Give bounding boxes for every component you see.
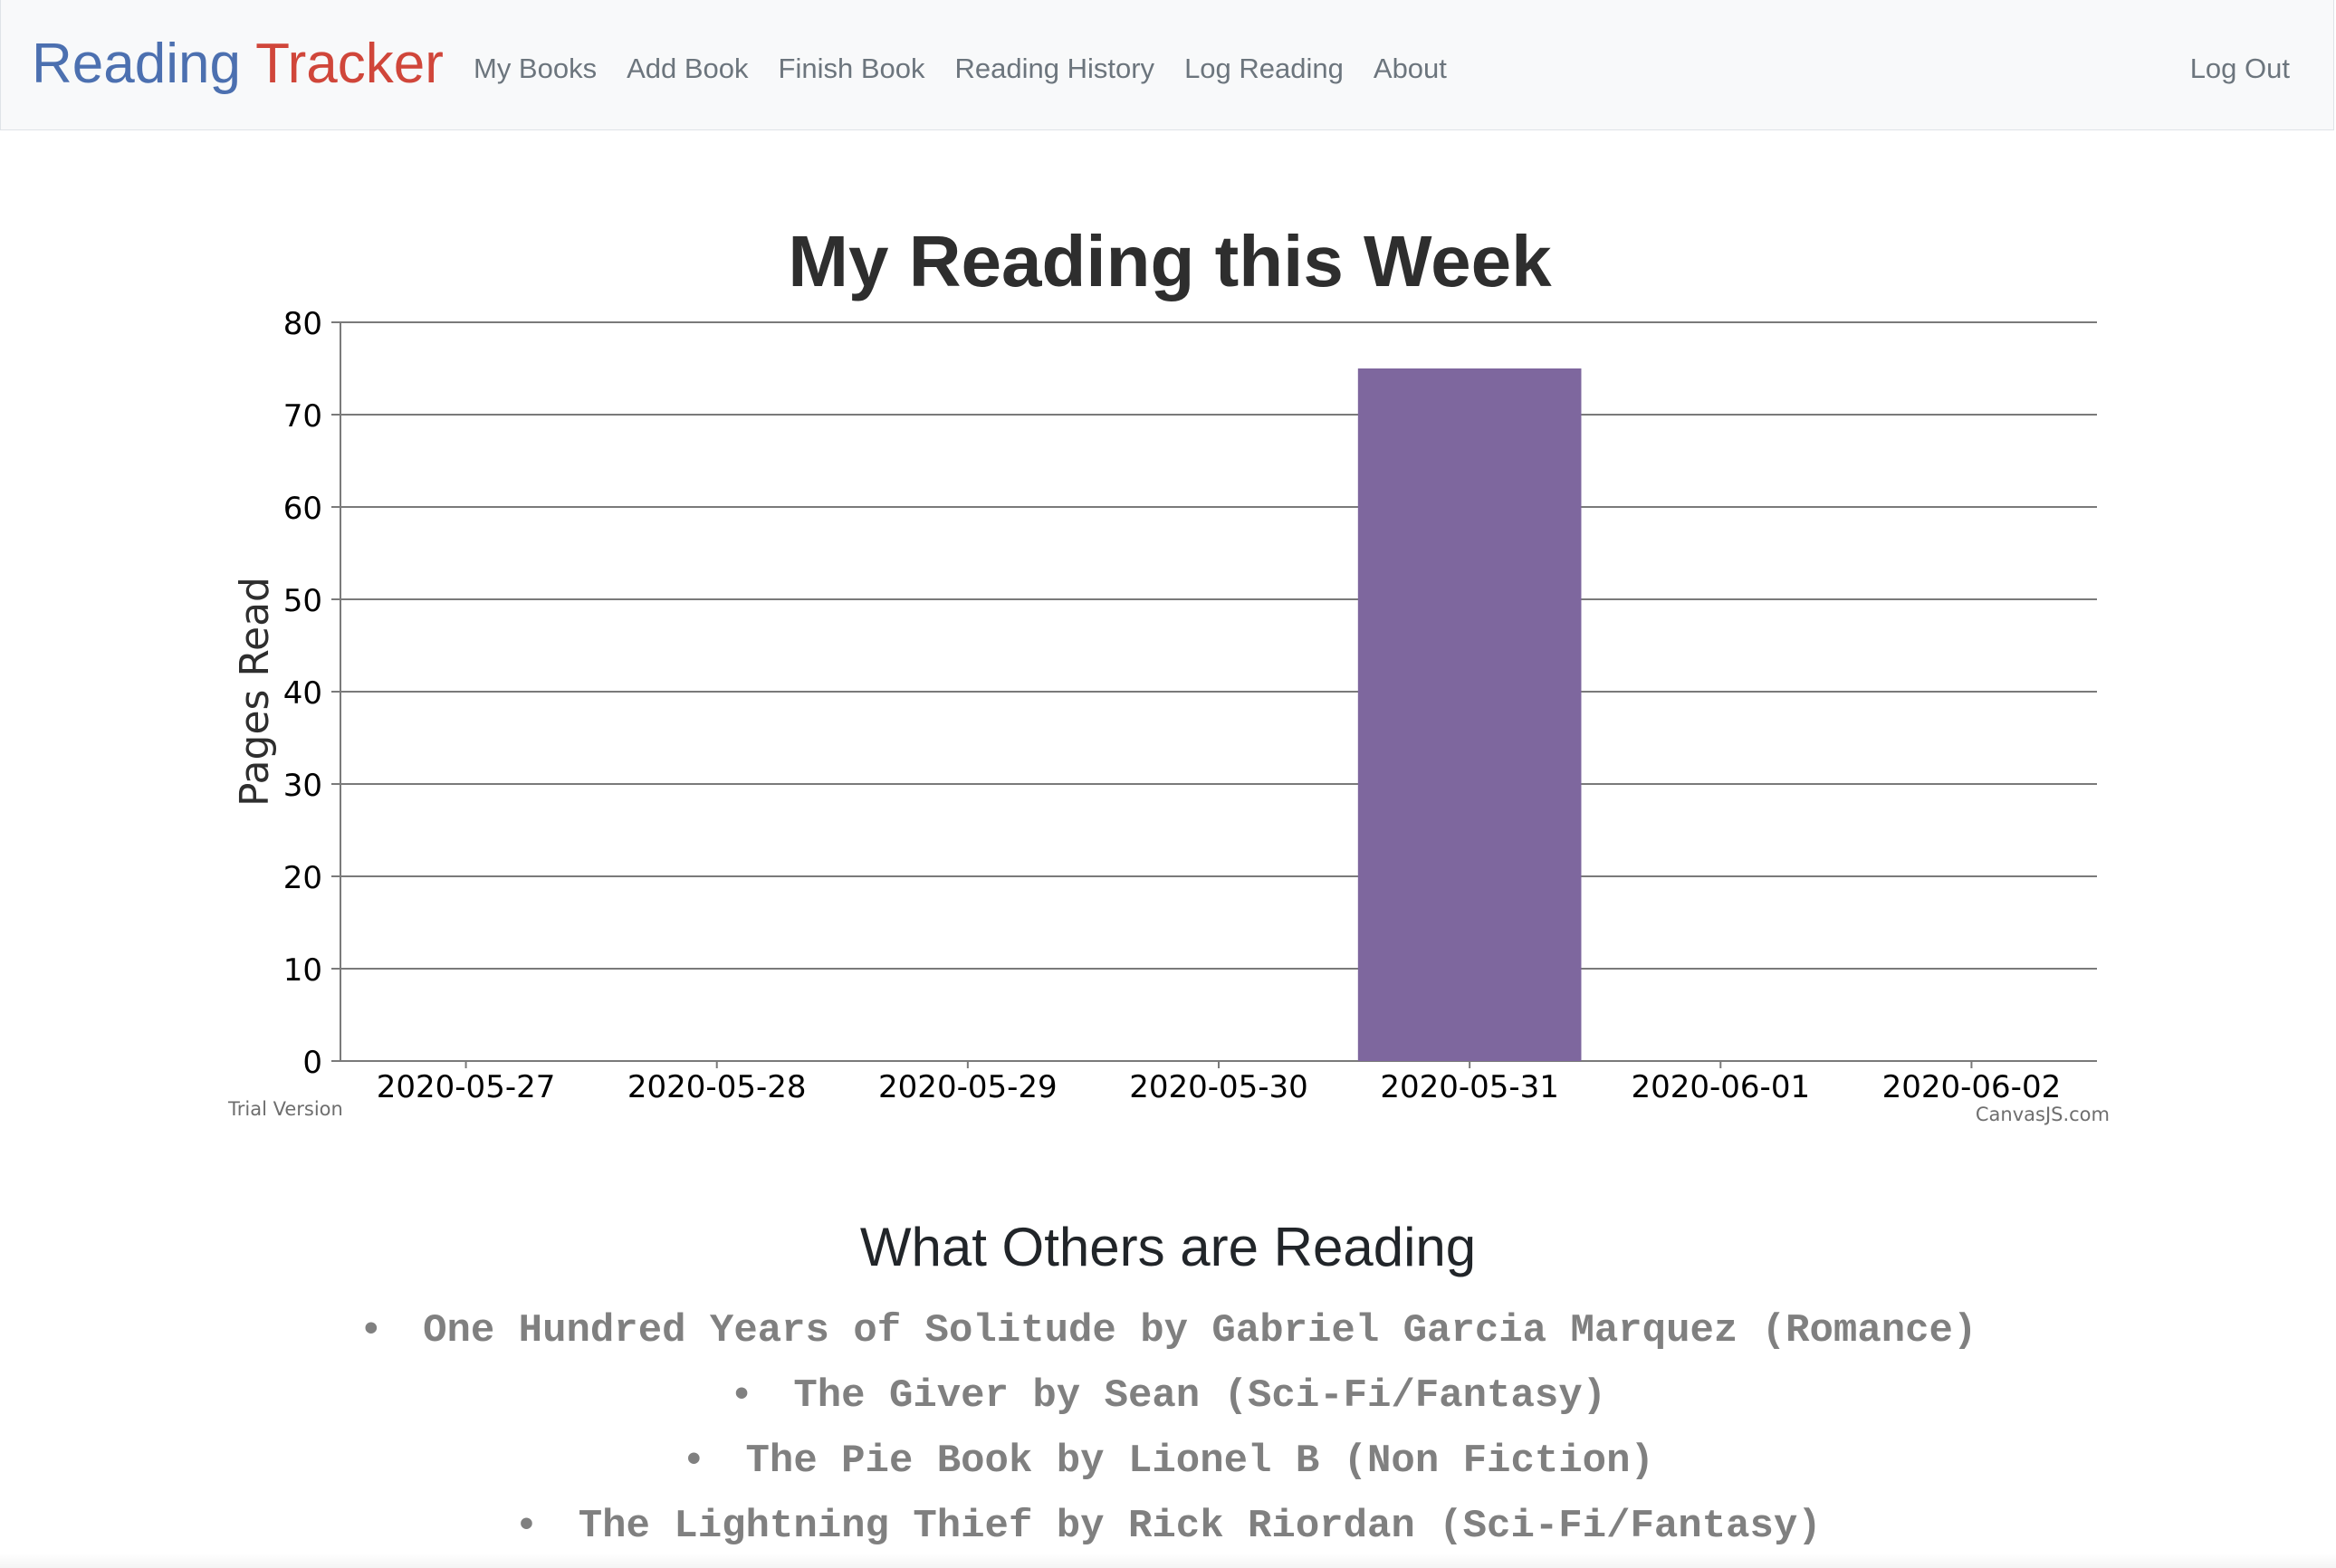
bar-2020-05-31[interactable] xyxy=(1357,368,1582,1061)
book-entry: The Pie Book by Lionel B (Non Fiction) xyxy=(745,1439,1654,1484)
chart-title: My Reading this Week xyxy=(788,221,1552,301)
y-tick-label: 80 xyxy=(283,306,322,342)
bullet-icon: • xyxy=(682,1439,706,1484)
x-tick-label: 2020-06-02 xyxy=(1882,1069,2062,1105)
y-axis-title: Pages Read xyxy=(232,577,278,807)
y-tick-label: 50 xyxy=(283,583,322,619)
bullet-icon: • xyxy=(359,1308,384,1353)
x-tick-label: 2020-05-27 xyxy=(377,1069,556,1105)
y-tick-label: 30 xyxy=(283,768,322,804)
watermark-trial: Trial Version xyxy=(227,1098,343,1120)
y-tick-label: 40 xyxy=(283,675,322,712)
page-bottom-edge xyxy=(0,1554,2336,1568)
book-entry: The Lightning Thief by Rick Riordan (Sci… xyxy=(578,1504,1822,1549)
y-tick-label: 0 xyxy=(302,1045,322,1081)
bullet-icon: • xyxy=(729,1373,754,1419)
book-entry: One Hundred Years of Solitude by Gabriel… xyxy=(423,1308,1977,1353)
list-item: • The Giver by Sean (Sci-Fi/Fantasy) xyxy=(0,1363,2336,1429)
x-tick-label: 2020-05-31 xyxy=(1380,1069,1559,1105)
x-tick-label: 2020-05-29 xyxy=(878,1069,1058,1105)
y-tick-label: 20 xyxy=(283,860,322,896)
x-tick-label: 2020-06-01 xyxy=(1631,1069,1810,1105)
y-tick-label: 60 xyxy=(283,491,322,527)
others-reading-title: What Others are Reading xyxy=(859,1217,1477,1277)
reading-chart: My Reading this Week Pages Read 2020-05-… xyxy=(227,221,2110,1125)
x-tick-label: 2020-05-30 xyxy=(1129,1069,1308,1105)
list-item: • The Lightning Thief by Rick Riordan (Sc… xyxy=(0,1494,2336,1559)
y-tick-label: 10 xyxy=(283,952,322,989)
list-item: • One Hundred Years of Solitude by Gabrie… xyxy=(0,1298,2336,1363)
others-reading-list: • One Hundred Years of Solitude by Gabrie… xyxy=(0,1298,2336,1559)
watermark-canvasjs[interactable]: CanvasJS.com xyxy=(1976,1104,2110,1125)
book-entry: The Giver by Sean (Sci-Fi/Fantasy) xyxy=(793,1373,1607,1419)
x-tick-label: 2020-05-28 xyxy=(627,1069,807,1105)
y-tick-label: 70 xyxy=(283,398,322,435)
bullet-icon: • xyxy=(514,1504,539,1549)
list-item: • The Pie Book by Lionel B (Non Fiction) xyxy=(0,1429,2336,1494)
